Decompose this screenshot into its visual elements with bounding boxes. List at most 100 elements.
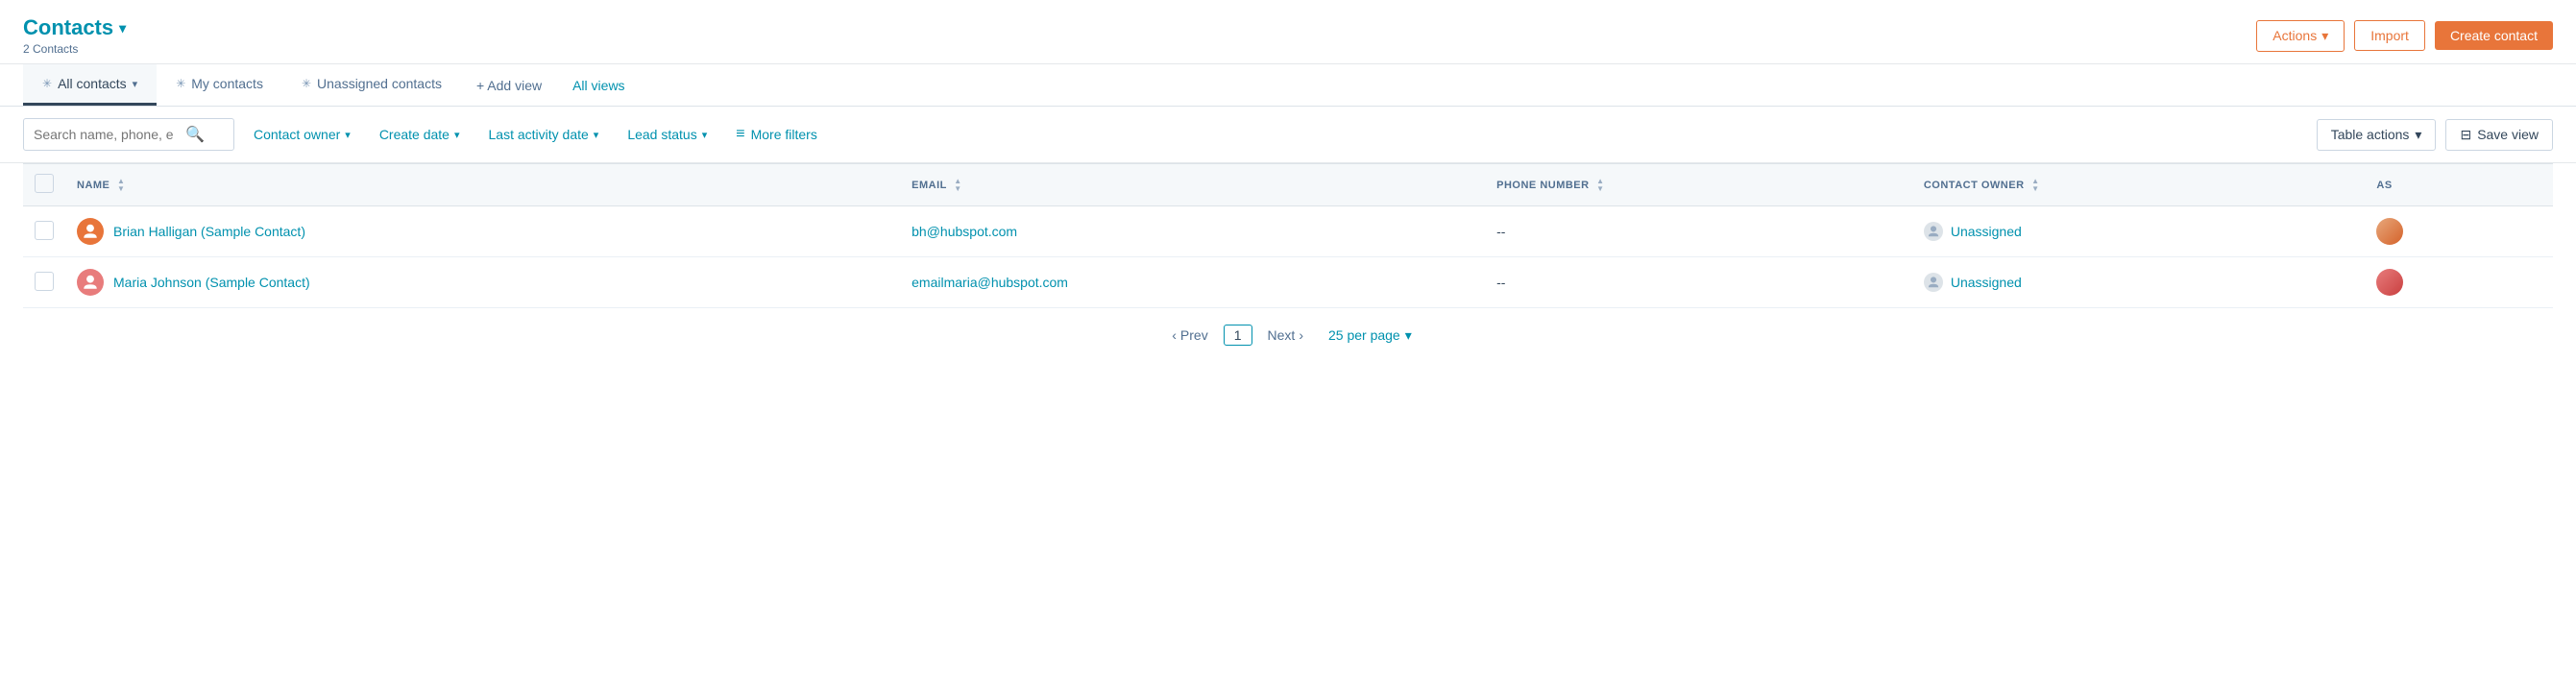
- row1-partial-avatar: [2376, 218, 2403, 245]
- current-page[interactable]: 1: [1224, 325, 1252, 346]
- last-activity-date-filter[interactable]: Last activity date ▾: [479, 120, 609, 149]
- title-chevron-icon[interactable]: ▾: [119, 20, 126, 36]
- pagination-bar: ‹ Prev 1 Next › 25 per page ▾: [0, 308, 2576, 362]
- lead-status-chevron-icon: ▾: [702, 129, 708, 141]
- save-view-button[interactable]: ⊟ Save view: [2445, 119, 2553, 151]
- add-view-label: + Add view: [476, 78, 542, 93]
- contacts-table-container: NAME ▲▼ EMAIL ▲▼ PHONE NUMBER ▲▼: [0, 163, 2576, 308]
- row1-name-cell: Brian Halligan (Sample Contact): [65, 206, 900, 257]
- prev-label: Prev: [1180, 327, 1208, 343]
- unassigned-contacts-pin-icon: ✳: [302, 77, 311, 90]
- table-actions-chevron-icon: ▾: [2415, 127, 2421, 143]
- row1-contact-name[interactable]: Brian Halligan (Sample Contact): [113, 224, 305, 239]
- col-header-phone[interactable]: PHONE NUMBER ▲▼: [1485, 164, 1912, 206]
- per-page-chevron-icon: ▾: [1405, 327, 1412, 344]
- email-sort-icon: ▲▼: [954, 178, 961, 193]
- contacts-table: NAME ▲▼ EMAIL ▲▼ PHONE NUMBER ▲▼: [23, 163, 2553, 308]
- row2-phone: --: [1496, 275, 1505, 290]
- import-button[interactable]: Import: [2354, 20, 2425, 51]
- table-actions-button[interactable]: Table actions ▾: [2317, 119, 2437, 151]
- row2-email[interactable]: emailmaria@hubspot.com: [911, 275, 1068, 290]
- tab-unassigned-contacts[interactable]: ✳ Unassigned contacts: [282, 64, 461, 106]
- save-view-label: Save view: [2477, 127, 2539, 142]
- search-input[interactable]: [34, 127, 178, 142]
- row1-checkbox[interactable]: [35, 221, 54, 240]
- per-page-selector[interactable]: 25 per page ▾: [1328, 327, 1412, 344]
- pagination-controls: ‹ Prev 1 Next ›: [1164, 324, 1311, 347]
- row1-owner-cell: Unassigned: [1912, 206, 2366, 257]
- search-box: 🔍: [23, 118, 234, 151]
- row2-partial-avatar: [2376, 269, 2403, 296]
- col-header-email[interactable]: EMAIL ▲▼: [900, 164, 1485, 206]
- header-actions: Actions ▾ Import Create contact: [2256, 20, 2553, 52]
- actions-chevron-icon: ▾: [2321, 28, 2328, 44]
- row2-owner-label[interactable]: Unassigned: [1951, 275, 2022, 290]
- row2-avatar: [77, 269, 104, 296]
- tab-all-contacts-chevron: ▾: [133, 78, 138, 90]
- row2-contact-name[interactable]: Maria Johnson (Sample Contact): [113, 275, 310, 290]
- lead-status-filter[interactable]: Lead status ▾: [618, 120, 717, 149]
- prev-button[interactable]: ‹ Prev: [1164, 324, 1215, 347]
- page-header: Contacts ▾ 2 Contacts Actions ▾ Import C…: [0, 0, 2576, 64]
- row2-checkbox[interactable]: [35, 272, 54, 291]
- all-views-label: All views: [572, 78, 624, 93]
- contact-owner-chevron-icon: ▾: [345, 129, 351, 141]
- more-filters-label: More filters: [751, 127, 817, 142]
- tab-all-contacts[interactable]: ✳ All contacts ▾: [23, 64, 157, 106]
- row2-email-cell: emailmaria@hubspot.com: [900, 257, 1485, 308]
- tabs-bar: ✳ All contacts ▾ ✳ My contacts ✳ Unassig…: [0, 64, 2576, 107]
- contact-owner-filter[interactable]: Contact owner ▾: [244, 120, 360, 149]
- contact-count: 2 Contacts: [23, 42, 126, 56]
- name-sort-icon: ▲▼: [117, 178, 125, 193]
- row2-owner-cell: Unassigned: [1912, 257, 2366, 308]
- table-header-row: NAME ▲▼ EMAIL ▲▼ PHONE NUMBER ▲▼: [23, 164, 2553, 206]
- next-button[interactable]: Next ›: [1260, 324, 1311, 347]
- owner-sort-icon: ▲▼: [2031, 178, 2039, 193]
- prev-chevron-icon: ‹: [1172, 327, 1177, 343]
- row1-phone: --: [1496, 224, 1505, 239]
- create-contact-button[interactable]: Create contact: [2435, 21, 2553, 50]
- tab-my-contacts[interactable]: ✳ My contacts: [157, 64, 282, 106]
- lead-status-label: Lead status: [627, 127, 696, 142]
- filters-bar: 🔍 Contact owner ▾ Create date ▾ Last act…: [0, 107, 2576, 163]
- col-header-contact-owner[interactable]: CONTACT OWNER ▲▼: [1912, 164, 2366, 206]
- my-contacts-pin-icon: ✳: [176, 77, 185, 90]
- create-date-chevron-icon: ▾: [454, 129, 460, 141]
- contact-owner-label: Contact owner: [254, 127, 340, 142]
- add-view-tab[interactable]: + Add view: [461, 66, 557, 105]
- row1-assigned-cell: [2365, 206, 2553, 257]
- col-header-name[interactable]: NAME ▲▼: [65, 164, 900, 206]
- actions-button[interactable]: Actions ▾: [2256, 20, 2345, 52]
- row2-name-cell: Maria Johnson (Sample Contact): [65, 257, 900, 308]
- row1-user-icon: [1924, 222, 1943, 241]
- table-actions-label: Table actions: [2331, 127, 2410, 142]
- col-header-assigned: AS: [2365, 164, 2553, 206]
- row1-checkbox-cell: [23, 206, 65, 257]
- per-page-label: 25 per page: [1328, 327, 1400, 343]
- create-date-filter[interactable]: Create date ▾: [370, 120, 470, 149]
- all-views-tab[interactable]: All views: [557, 66, 640, 105]
- table-row: Brian Halligan (Sample Contact) bh@hubsp…: [23, 206, 2553, 257]
- header-left: Contacts ▾ 2 Contacts: [23, 15, 126, 56]
- all-contacts-pin-icon: ✳: [42, 77, 52, 90]
- row1-avatar: [77, 218, 104, 245]
- row1-email[interactable]: bh@hubspot.com: [911, 224, 1017, 239]
- save-view-icon: ⊟: [2460, 127, 2471, 143]
- row2-user-icon: [1924, 273, 1943, 292]
- last-activity-chevron-icon: ▾: [594, 129, 599, 141]
- phone-sort-icon: ▲▼: [1596, 178, 1604, 193]
- select-all-checkbox[interactable]: [35, 174, 54, 193]
- tab-unassigned-contacts-label: Unassigned contacts: [317, 76, 442, 91]
- create-date-label: Create date: [379, 127, 450, 142]
- row1-owner-label[interactable]: Unassigned: [1951, 224, 2022, 239]
- more-filters-icon: ≡: [736, 126, 744, 143]
- row2-checkbox-cell: [23, 257, 65, 308]
- more-filters-button[interactable]: ≡ More filters: [726, 119, 827, 150]
- next-chevron-icon: ›: [1299, 327, 1303, 343]
- page-title: Contacts: [23, 15, 113, 40]
- table-row: Maria Johnson (Sample Contact) emailmari…: [23, 257, 2553, 308]
- row2-phone-cell: --: [1485, 257, 1912, 308]
- tab-all-contacts-label: All contacts: [58, 76, 127, 91]
- tab-my-contacts-label: My contacts: [191, 76, 263, 91]
- next-label: Next: [1268, 327, 1296, 343]
